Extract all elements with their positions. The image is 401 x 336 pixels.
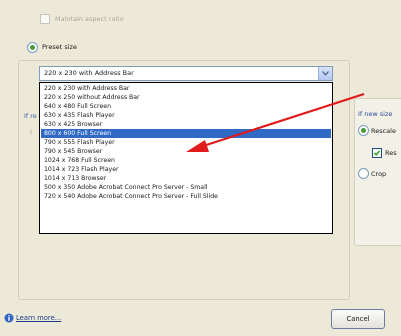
preset-size-option[interactable]: 220 x 250 without Address Bar bbox=[41, 93, 331, 102]
preset-size-list[interactable]: 220 x 230 with Address Bar 220 x 250 with… bbox=[39, 82, 333, 234]
crop-label: Crop bbox=[371, 170, 387, 178]
preset-size-option[interactable]: 790 x 555 Flash Player bbox=[41, 138, 331, 147]
preset-size-label: Preset size bbox=[42, 43, 77, 51]
crop-radio[interactable] bbox=[358, 168, 369, 179]
preset-size-option[interactable]: 630 x 425 Browser bbox=[41, 120, 331, 129]
preset-size-option[interactable]: 1014 x 713 Browser bbox=[41, 174, 331, 183]
left-fragment-text: If re bbox=[24, 112, 37, 120]
rescale-option-label: Res bbox=[385, 149, 397, 157]
rescale-radio[interactable] bbox=[358, 125, 369, 136]
preset-size-radio[interactable] bbox=[27, 42, 38, 53]
checkmark-icon bbox=[373, 150, 381, 156]
preset-size-option[interactable]: 720 x 540 Adobe Acrobat Connect Pro Serv… bbox=[41, 192, 331, 201]
preset-size-option[interactable]: 1014 x 723 Flash Player bbox=[41, 165, 331, 174]
preset-size-option[interactable]: 500 x 350 Adobe Acrobat Connect Pro Serv… bbox=[41, 183, 331, 192]
left-fragment-text-2: I bbox=[30, 128, 32, 136]
resize-options-title: If new size bbox=[358, 110, 393, 118]
preset-size-option[interactable]: 1024 x 768 Full Screen bbox=[41, 156, 331, 165]
rescale-label: Rescale bbox=[371, 127, 396, 135]
maintain-aspect-label: Maintain aspect ratio bbox=[55, 15, 124, 23]
preset-size-option[interactable]: 630 x 435 Flash Player bbox=[41, 111, 331, 120]
preset-size-option[interactable]: 640 x 480 Full Screen bbox=[41, 102, 331, 111]
learn-more-link[interactable]: Learn more... bbox=[16, 314, 61, 322]
preset-size-dropdown[interactable]: 220 x 230 with Address Bar bbox=[39, 66, 333, 81]
preset-size-value: 220 x 230 with Address Bar bbox=[44, 69, 134, 77]
preset-size-option[interactable]: 790 x 545 Browser bbox=[41, 147, 331, 156]
preset-size-option[interactable]: 800 x 600 Full Screen bbox=[41, 129, 331, 138]
dropdown-toggle[interactable] bbox=[318, 67, 332, 80]
maintain-aspect-checkbox[interactable] bbox=[40, 14, 50, 24]
preset-size-option[interactable]: 220 x 230 with Address Bar bbox=[41, 84, 331, 93]
info-icon bbox=[4, 313, 14, 323]
rescale-option-checkbox[interactable] bbox=[372, 148, 382, 158]
chevron-down-icon bbox=[322, 71, 329, 76]
dialog: Maintain aspect ratio Preset size If re … bbox=[0, 0, 401, 336]
cancel-button[interactable]: Cancel bbox=[331, 309, 385, 329]
